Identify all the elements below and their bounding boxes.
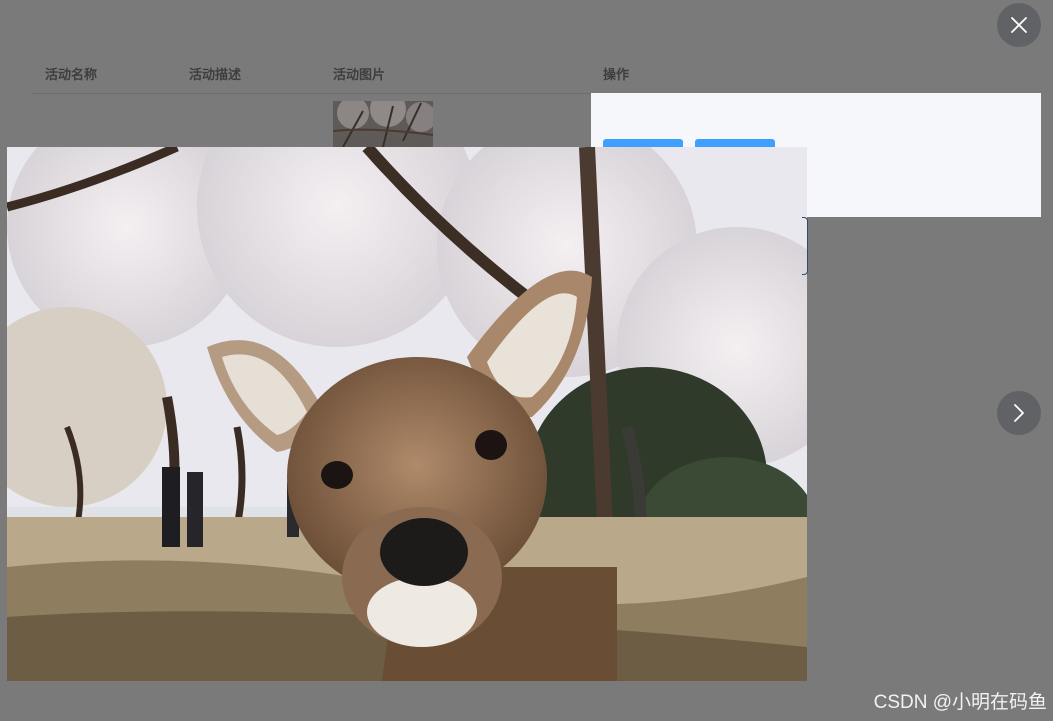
column-header-description[interactable]: 活动描述 <box>189 64 241 83</box>
preview-image[interactable] <box>7 147 807 681</box>
chevron-right-icon <box>1014 404 1024 422</box>
close-button[interactable] <box>997 3 1041 47</box>
close-icon <box>1011 17 1027 33</box>
column-header-image[interactable]: 活动图片 <box>333 64 385 83</box>
column-header-actions[interactable]: 操作 <box>603 64 629 83</box>
next-image-button[interactable] <box>997 391 1041 435</box>
column-header-name[interactable]: 活动名称 <box>45 64 97 83</box>
activity-thumbnail[interactable] <box>333 101 433 147</box>
watermark: CSDN @小明在码鱼 <box>873 692 1047 713</box>
decorative-edge <box>802 217 808 275</box>
table-header: 活动名称 活动描述 活动图片 操作 <box>33 50 1041 94</box>
